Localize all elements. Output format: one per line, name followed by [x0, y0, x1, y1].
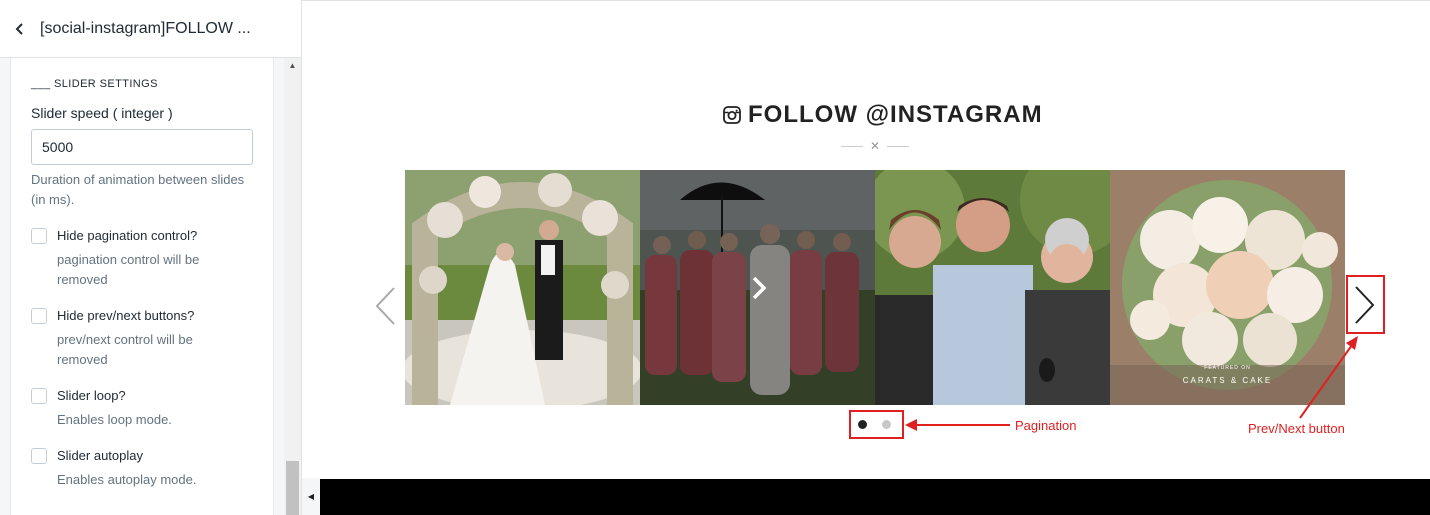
slider-next-button[interactable]: [1352, 284, 1378, 326]
section-heading: ___ SLIDER SETTINGS: [31, 78, 158, 90]
slider-speed-label: Slider speed ( integer ): [31, 105, 173, 121]
hide-pagination-checkbox[interactable]: [31, 228, 47, 244]
pagination-annotation: Pagination: [1015, 418, 1077, 433]
slider-loop-help: Enables loop mode.: [57, 412, 172, 427]
chevron-left-icon: [15, 22, 23, 35]
slider-loop-option: Slider loop? Enables loop mode.: [31, 387, 253, 430]
slider-speed-input[interactable]: [31, 129, 253, 165]
slider-speed-help: Duration of animation between slides (in…: [31, 172, 245, 207]
instagram-slider: FEATURED ON CARATS & CAKE: [405, 170, 1345, 405]
slide-flower-bouquet[interactable]: FEATURED ON CARATS & CAKE: [1110, 170, 1345, 405]
collapse-panel-button[interactable]: ◀: [302, 478, 320, 515]
slider-autoplay-option: Slider autoplay Enables autoplay mode.: [31, 447, 253, 490]
slide-wedding-couple[interactable]: [405, 170, 640, 405]
panel-title: [social-instagram]FOLLOW ...: [40, 19, 251, 37]
instagram-icon: [723, 106, 741, 124]
instagram-heading: FOLLOW @INSTAGRAM: [722, 101, 1043, 129]
panel-body: ___ SLIDER SETTINGS Slider speed ( integ…: [10, 58, 274, 515]
hide-prev-next-option: Hide prev/next buttons? prev/next contro…: [31, 307, 253, 370]
hide-prev-next-label[interactable]: Hide prev/next buttons?: [57, 307, 232, 325]
back-button[interactable]: [0, 0, 40, 58]
hide-prev-next-help: prev/next control will be removed: [57, 332, 193, 367]
hide-pagination-label[interactable]: Hide pagination control?: [57, 227, 232, 245]
slide-caption-small: FEATURED ON: [1204, 365, 1251, 371]
slider-loop-checkbox[interactable]: [31, 388, 47, 404]
hide-prev-next-checkbox[interactable]: [31, 308, 47, 324]
slider-autoplay-label[interactable]: Slider autoplay: [57, 447, 232, 465]
scroll-thumb[interactable]: [286, 461, 299, 515]
slider-autoplay-checkbox[interactable]: [31, 448, 47, 464]
panel-header: [social-instagram]FOLLOW ...: [0, 0, 301, 58]
instagram-heading-text: FOLLOW @INSTAGRAM: [748, 101, 1043, 128]
hide-pagination-help: pagination control will be removed: [57, 252, 200, 287]
settings-panel: [social-instagram]FOLLOW ... ___ SLIDER …: [0, 0, 302, 515]
preview-footer-section: [320, 479, 1430, 515]
heading-divider: ✕: [841, 140, 909, 152]
pagination-dot-1[interactable]: [858, 420, 867, 429]
prev-next-annotation: Prev/Next button: [1248, 421, 1345, 436]
slide-caption: FEATURED ON CARATS & CAKE: [1110, 365, 1345, 385]
theme-editor: [social-instagram]FOLLOW ... ___ SLIDER …: [0, 0, 1430, 515]
slider-loop-label[interactable]: Slider loop?: [57, 387, 232, 405]
slider-prev-button[interactable]: [372, 285, 398, 327]
slide-link-arrow-icon: [752, 276, 767, 300]
divider-x-icon: ✕: [869, 139, 881, 153]
panel-scrollbar[interactable]: ▲: [284, 58, 301, 515]
scroll-up-arrow-icon[interactable]: ▲: [284, 58, 301, 72]
slide-family-portrait[interactable]: [875, 170, 1110, 405]
pagination-dot-2[interactable]: [882, 420, 891, 429]
slider-autoplay-help: Enables autoplay mode.: [57, 472, 197, 487]
slide-bridal-party[interactable]: [640, 170, 875, 405]
hide-pagination-option: Hide pagination control? pagination cont…: [31, 227, 253, 290]
slide-caption-main: CARATS & CAKE: [1182, 376, 1273, 385]
